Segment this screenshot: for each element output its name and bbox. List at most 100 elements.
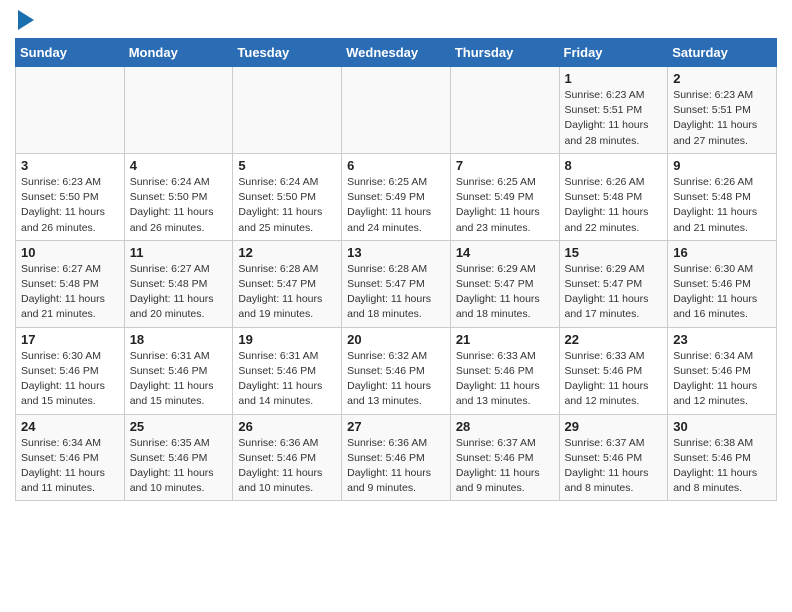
calendar-day-cell: 26 Sunrise: 6:36 AM Sunset: 5:46 PM Dayli… [233,414,342,501]
day-info: Sunrise: 6:23 AM Sunset: 5:50 PM Dayligh… [21,175,119,236]
day-info: Sunrise: 6:24 AM Sunset: 5:50 PM Dayligh… [238,175,336,236]
calendar-day-cell: 7 Sunrise: 6:25 AM Sunset: 5:49 PM Daylig… [450,153,559,240]
day-number: 3 [21,158,119,173]
calendar-day-cell: 17 Sunrise: 6:30 AM Sunset: 5:46 PM Dayli… [16,327,125,414]
day-number: 16 [673,245,771,260]
calendar-week-row: 10 Sunrise: 6:27 AM Sunset: 5:48 PM Dayli… [16,240,777,327]
calendar-day-cell: 25 Sunrise: 6:35 AM Sunset: 5:46 PM Dayli… [124,414,233,501]
day-number: 29 [565,419,663,434]
day-number: 24 [21,419,119,434]
day-info: Sunrise: 6:33 AM Sunset: 5:46 PM Dayligh… [456,349,554,410]
day-number: 23 [673,332,771,347]
day-info: Sunrise: 6:36 AM Sunset: 5:46 PM Dayligh… [238,436,336,497]
calendar-week-row: 17 Sunrise: 6:30 AM Sunset: 5:46 PM Dayli… [16,327,777,414]
day-info: Sunrise: 6:25 AM Sunset: 5:49 PM Dayligh… [456,175,554,236]
day-number: 9 [673,158,771,173]
day-info: Sunrise: 6:30 AM Sunset: 5:46 PM Dayligh… [21,349,119,410]
day-number: 30 [673,419,771,434]
day-info: Sunrise: 6:26 AM Sunset: 5:48 PM Dayligh… [673,175,771,236]
calendar-day-cell: 1 Sunrise: 6:23 AM Sunset: 5:51 PM Daylig… [559,67,668,154]
weekday-header-cell: Friday [559,39,668,67]
day-info: Sunrise: 6:30 AM Sunset: 5:46 PM Dayligh… [673,262,771,323]
day-number: 4 [130,158,228,173]
day-info: Sunrise: 6:29 AM Sunset: 5:47 PM Dayligh… [565,262,663,323]
weekday-header-cell: Thursday [450,39,559,67]
day-number: 5 [238,158,336,173]
day-info: Sunrise: 6:32 AM Sunset: 5:46 PM Dayligh… [347,349,445,410]
calendar-day-cell: 23 Sunrise: 6:34 AM Sunset: 5:46 PM Dayli… [668,327,777,414]
day-info: Sunrise: 6:31 AM Sunset: 5:46 PM Dayligh… [130,349,228,410]
day-number: 1 [565,71,663,86]
calendar-week-row: 1 Sunrise: 6:23 AM Sunset: 5:51 PM Daylig… [16,67,777,154]
calendar-day-cell: 11 Sunrise: 6:27 AM Sunset: 5:48 PM Dayli… [124,240,233,327]
calendar-day-cell: 10 Sunrise: 6:27 AM Sunset: 5:48 PM Dayli… [16,240,125,327]
calendar-day-cell: 2Sunrise: 6:23 AM Sunset: 5:51 PM Daylig… [668,67,777,154]
day-info: Sunrise: 6:34 AM Sunset: 5:46 PM Dayligh… [21,436,119,497]
day-number: 26 [238,419,336,434]
day-info: Sunrise: 6:23 AM Sunset: 5:51 PM Dayligh… [565,88,663,149]
calendar-day-cell: 19 Sunrise: 6:31 AM Sunset: 5:46 PM Dayli… [233,327,342,414]
day-number: 18 [130,332,228,347]
day-info: Sunrise: 6:24 AM Sunset: 5:50 PM Dayligh… [130,175,228,236]
weekday-header-cell: Tuesday [233,39,342,67]
calendar-day-cell: 5 Sunrise: 6:24 AM Sunset: 5:50 PM Daylig… [233,153,342,240]
day-number: 27 [347,419,445,434]
calendar-day-cell [16,67,125,154]
day-number: 19 [238,332,336,347]
calendar-day-cell: 6 Sunrise: 6:25 AM Sunset: 5:49 PM Daylig… [342,153,451,240]
page-header [15,10,777,30]
calendar-week-row: 3 Sunrise: 6:23 AM Sunset: 5:50 PM Daylig… [16,153,777,240]
day-number: 21 [456,332,554,347]
calendar-day-cell: 27 Sunrise: 6:36 AM Sunset: 5:46 PM Dayli… [342,414,451,501]
weekday-header-cell: Wednesday [342,39,451,67]
day-number: 12 [238,245,336,260]
day-info: Sunrise: 6:28 AM Sunset: 5:47 PM Dayligh… [238,262,336,323]
calendar-day-cell: 20Sunrise: 6:32 AM Sunset: 5:46 PM Dayli… [342,327,451,414]
weekday-header-cell: Saturday [668,39,777,67]
day-number: 6 [347,158,445,173]
day-number: 14 [456,245,554,260]
calendar-day-cell: 18 Sunrise: 6:31 AM Sunset: 5:46 PM Dayli… [124,327,233,414]
day-info: Sunrise: 6:37 AM Sunset: 5:46 PM Dayligh… [565,436,663,497]
calendar-day-cell: 13 Sunrise: 6:28 AM Sunset: 5:47 PM Dayli… [342,240,451,327]
weekday-header-cell: Monday [124,39,233,67]
calendar-day-cell [124,67,233,154]
day-info: Sunrise: 6:28 AM Sunset: 5:47 PM Dayligh… [347,262,445,323]
day-info: Sunrise: 6:35 AM Sunset: 5:46 PM Dayligh… [130,436,228,497]
weekday-header-cell: Sunday [16,39,125,67]
day-info: Sunrise: 6:27 AM Sunset: 5:48 PM Dayligh… [21,262,119,323]
weekday-header-row: SundayMondayTuesdayWednesdayThursdayFrid… [16,39,777,67]
day-number: 28 [456,419,554,434]
calendar-day-cell [233,67,342,154]
day-number: 17 [21,332,119,347]
day-number: 10 [21,245,119,260]
day-number: 22 [565,332,663,347]
day-info: Sunrise: 6:25 AM Sunset: 5:49 PM Dayligh… [347,175,445,236]
day-info: Sunrise: 6:33 AM Sunset: 5:46 PM Dayligh… [565,349,663,410]
day-number: 13 [347,245,445,260]
logo-arrow-icon [18,10,34,30]
calendar-day-cell: 14 Sunrise: 6:29 AM Sunset: 5:47 PM Dayli… [450,240,559,327]
calendar-day-cell [450,67,559,154]
calendar-body: 1 Sunrise: 6:23 AM Sunset: 5:51 PM Daylig… [16,67,777,501]
calendar-day-cell: 22 Sunrise: 6:33 AM Sunset: 5:46 PM Dayli… [559,327,668,414]
day-info: Sunrise: 6:27 AM Sunset: 5:48 PM Dayligh… [130,262,228,323]
day-info: Sunrise: 6:34 AM Sunset: 5:46 PM Dayligh… [673,349,771,410]
day-number: 11 [130,245,228,260]
day-info: Sunrise: 6:36 AM Sunset: 5:46 PM Dayligh… [347,436,445,497]
day-number: 8 [565,158,663,173]
day-info: Sunrise: 6:31 AM Sunset: 5:46 PM Dayligh… [238,349,336,410]
day-info: Sunrise: 6:29 AM Sunset: 5:47 PM Dayligh… [456,262,554,323]
day-number: 7 [456,158,554,173]
day-info: Sunrise: 6:37 AM Sunset: 5:46 PM Dayligh… [456,436,554,497]
calendar-day-cell: 15 Sunrise: 6:29 AM Sunset: 5:47 PM Dayli… [559,240,668,327]
day-info: Sunrise: 6:38 AM Sunset: 5:46 PM Dayligh… [673,436,771,497]
calendar-day-cell: 3 Sunrise: 6:23 AM Sunset: 5:50 PM Daylig… [16,153,125,240]
day-number: 25 [130,419,228,434]
calendar-day-cell: 16 Sunrise: 6:30 AM Sunset: 5:46 PM Dayli… [668,240,777,327]
logo [15,10,34,30]
calendar-day-cell: 9 Sunrise: 6:26 AM Sunset: 5:48 PM Daylig… [668,153,777,240]
calendar-day-cell: 21 Sunrise: 6:33 AM Sunset: 5:46 PM Dayli… [450,327,559,414]
calendar-week-row: 24 Sunrise: 6:34 AM Sunset: 5:46 PM Dayli… [16,414,777,501]
day-number: 15 [565,245,663,260]
